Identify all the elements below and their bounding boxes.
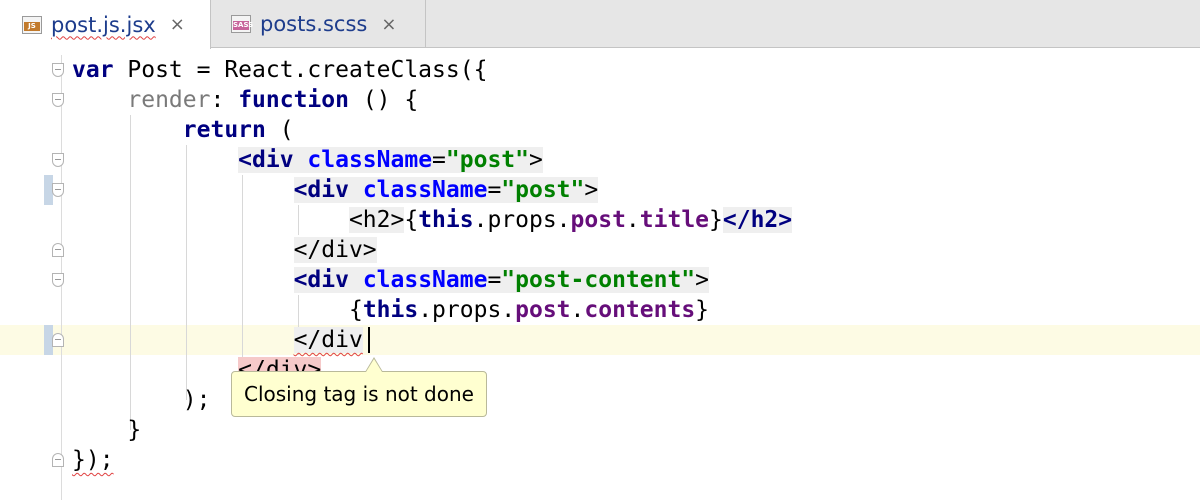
text-caret (368, 327, 370, 353)
code-line: </div> (293, 237, 377, 263)
code-line: <div className="post"> (293, 177, 599, 203)
code-line: <div className="post-content"> (293, 267, 710, 293)
code-line: } (127, 417, 142, 443)
error-tooltip: Closing tag is not done (231, 371, 487, 417)
ide-window: JS post.js.jsx × SASS posts.scss × var P… (0, 0, 1200, 500)
sass-file-icon: SASS (231, 15, 253, 33)
code-line: ); (182, 387, 211, 413)
code-line: <div className="post"> (238, 147, 543, 173)
code-line: {this.props.post.contents} (348, 297, 710, 323)
tab-label: post.js.jsx (51, 12, 156, 37)
code-line: <h2>{this.props.post.title}</h2> (348, 207, 793, 233)
tab-posts-scss[interactable]: SASS posts.scss × (211, 0, 426, 48)
fold-toggle-icon[interactable] (52, 243, 64, 257)
js-file-icon: JS (22, 15, 42, 34)
fold-toggle-icon[interactable] (52, 273, 64, 287)
close-icon[interactable]: × (381, 14, 396, 35)
code-line: }); (72, 447, 114, 473)
fold-toggle-icon[interactable] (52, 93, 64, 107)
fold-toggle-icon[interactable] (52, 153, 64, 167)
tab-post-js-jsx[interactable]: JS post.js.jsx × (0, 0, 211, 49)
fold-toggle-icon[interactable] (52, 63, 64, 77)
fold-toggle-icon[interactable] (52, 183, 64, 197)
code-line: return ( (182, 117, 294, 143)
fold-toggle-icon[interactable] (52, 333, 64, 347)
code-line-current: </div (293, 327, 363, 353)
editor-tab-bar: JS post.js.jsx × SASS posts.scss × (0, 0, 1200, 49)
code-line: var Post = React.createClass({ (72, 57, 488, 83)
code-line: render: function () { (127, 87, 419, 113)
close-icon[interactable]: × (170, 14, 185, 35)
code-editor[interactable]: var Post = React.createClass({ render: f… (0, 55, 1200, 500)
tab-label: posts.scss (260, 12, 368, 36)
tooltip-arrow (366, 359, 382, 372)
fold-toggle-icon[interactable] (52, 453, 64, 467)
